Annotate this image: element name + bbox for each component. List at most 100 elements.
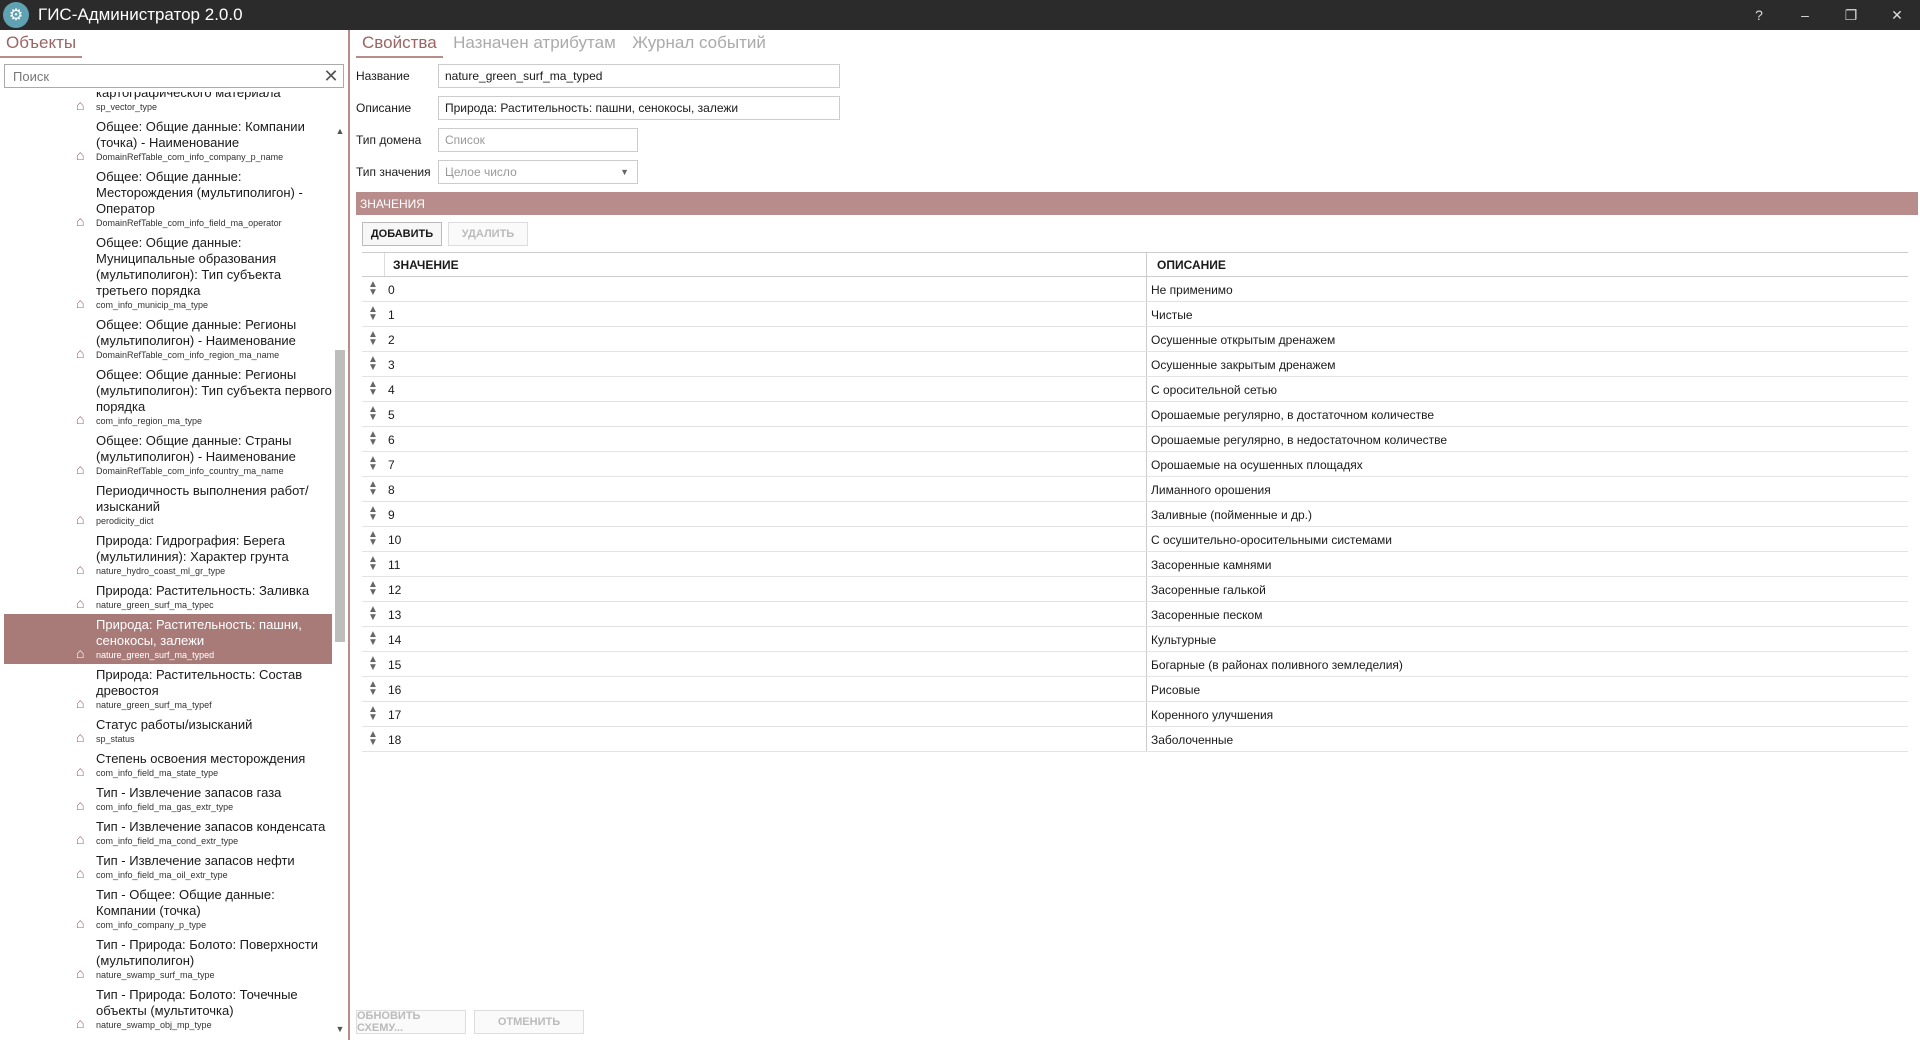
- cell-value[interactable]: 10: [384, 527, 1146, 551]
- tree-item[interactable]: ⌂ Общее: Общие данные: Страны (мультиполи…: [4, 430, 332, 480]
- cell-description[interactable]: Осушенные открытым дренажем: [1146, 327, 1908, 351]
- cell-value[interactable]: 13: [384, 602, 1146, 626]
- tree-item[interactable]: ⌂ Общее: Общие данные: Муниципальные обра…: [4, 232, 332, 314]
- table-row[interactable]: ▲ ▼ 3 Осушенные закрытым дренажем: [362, 352, 1908, 377]
- tree-item[interactable]: ⌂ Тип - Извлечение запасов конденсата com_…: [4, 816, 332, 850]
- cell-description[interactable]: Орошаемые на осушенных площадях: [1146, 452, 1908, 476]
- reorder-handle-icon[interactable]: ▲ ▼: [362, 377, 384, 401]
- reorder-handle-icon[interactable]: ▲ ▼: [362, 677, 384, 701]
- reorder-handle-icon[interactable]: ▲ ▼: [362, 402, 384, 426]
- table-row[interactable]: ▲ ▼ 17 Коренного улучшения: [362, 702, 1908, 727]
- tree-item[interactable]: ⌂ Природа: Гидрография: Берега (мультилин…: [4, 530, 332, 580]
- cell-value[interactable]: 12: [384, 577, 1146, 601]
- cell-value[interactable]: 9: [384, 502, 1146, 526]
- cell-description[interactable]: Засоренные камнями: [1146, 552, 1908, 576]
- cell-value[interactable]: 2: [384, 327, 1146, 351]
- value-type-select[interactable]: Целое число ▼: [438, 160, 638, 184]
- column-header-value[interactable]: ЗНАЧЕНИЕ: [384, 253, 1146, 276]
- cell-description[interactable]: Орошаемые регулярно, в достаточном колич…: [1146, 402, 1908, 426]
- cell-description[interactable]: Богарные (в районах поливного земледелия…: [1146, 652, 1908, 676]
- table-row[interactable]: ▲ ▼ 11 Засоренные камнями: [362, 552, 1908, 577]
- tree-item[interactable]: ⌂ Тип - Природа: Болото: Точечные объекты…: [4, 984, 332, 1034]
- table-row[interactable]: ▲ ▼ 15 Богарные (в районах поливного землед…: [362, 652, 1908, 677]
- tree-item[interactable]: ⌂ Природа: Растительность: пашни, сенокос…: [4, 614, 332, 664]
- reorder-handle-icon[interactable]: ▲ ▼: [362, 352, 384, 376]
- tree-item[interactable]: ⌂ Общее: Общие данные: Месторождения (мул…: [4, 166, 332, 232]
- table-row[interactable]: ▲ ▼ 1 Чистые: [362, 302, 1908, 327]
- table-row[interactable]: ▲ ▼ 0 Не применимо: [362, 277, 1908, 302]
- cell-description[interactable]: Не применимо: [1146, 277, 1908, 301]
- table-row[interactable]: ▲ ▼ 4 С оросительной сетью: [362, 377, 1908, 402]
- cell-description[interactable]: Лиманного орошения: [1146, 477, 1908, 501]
- tree-item[interactable]: ⌂ Тип - Природа: Болото: Поверхности (мул…: [4, 934, 332, 984]
- restore-button[interactable]: ❐: [1828, 0, 1874, 30]
- cell-value[interactable]: 11: [384, 552, 1146, 576]
- reorder-handle-icon[interactable]: ▲ ▼: [362, 302, 384, 326]
- tab-objects[interactable]: Объекты: [0, 30, 83, 58]
- cell-description[interactable]: Засоренные галькой: [1146, 577, 1908, 601]
- tab-properties[interactable]: Свойства: [356, 30, 443, 58]
- domain-type-field[interactable]: Список: [438, 128, 638, 152]
- table-row[interactable]: ▲ ▼ 12 Засоренные галькой: [362, 577, 1908, 602]
- table-row[interactable]: ▲ ▼ 9 Заливные (пойменные и др.): [362, 502, 1908, 527]
- cell-value[interactable]: 14: [384, 627, 1146, 651]
- reorder-handle-icon[interactable]: ▲ ▼: [362, 627, 384, 651]
- reorder-handle-icon[interactable]: ▲ ▼: [362, 452, 384, 476]
- tree-item[interactable]: ⌂ Тип - Извлечение запасов газа com_info_f…: [4, 782, 332, 816]
- reorder-handle-icon[interactable]: ▲ ▼: [362, 427, 384, 451]
- close-window-button[interactable]: ✕: [1874, 0, 1920, 30]
- scroll-up-icon[interactable]: ▲: [333, 126, 347, 140]
- reorder-handle-icon[interactable]: ▲ ▼: [362, 602, 384, 626]
- description-field[interactable]: Природа: Растительность: пашни, сенокосы…: [438, 96, 840, 120]
- search-input[interactable]: Поиск: [5, 69, 319, 84]
- reorder-handle-icon[interactable]: ▲ ▼: [362, 577, 384, 601]
- reorder-handle-icon[interactable]: ▲ ▼: [362, 327, 384, 351]
- reorder-handle-icon[interactable]: ▲ ▼: [362, 477, 384, 501]
- tree-item[interactable]: ⌂ Статус работы/изысканий sp_status: [4, 714, 332, 748]
- tab-assigned-attributes[interactable]: Назначен атрибутам: [447, 30, 622, 56]
- reorder-handle-icon[interactable]: ▲ ▼: [362, 527, 384, 551]
- minimize-button[interactable]: –: [1782, 0, 1828, 30]
- cell-description[interactable]: Орошаемые регулярно, в недостаточном кол…: [1146, 427, 1908, 451]
- tree-item[interactable]: ⌂ Периодичность выполнения работ/изыскани…: [4, 480, 332, 530]
- tree-item[interactable]: ⌂ Общее: Общие данные: Регионы (мультипол…: [4, 364, 332, 430]
- cancel-button[interactable]: ОТМЕНИТЬ: [474, 1010, 584, 1034]
- cell-description[interactable]: С осушительно-оросительными системами: [1146, 527, 1908, 551]
- cell-description[interactable]: Засоренные песком: [1146, 602, 1908, 626]
- tree-item[interactable]: ⌂ картографического материала sp_vector_ty…: [4, 92, 332, 116]
- table-row[interactable]: ▲ ▼ 5 Орошаемые регулярно, в достаточном ко…: [362, 402, 1908, 427]
- reorder-handle-icon[interactable]: ▲ ▼: [362, 652, 384, 676]
- cell-description[interactable]: Осушенные закрытым дренажем: [1146, 352, 1908, 376]
- scrollbar-thumb[interactable]: [335, 350, 345, 642]
- table-row[interactable]: ▲ ▼ 16 Рисовые: [362, 677, 1908, 702]
- cell-value[interactable]: 4: [384, 377, 1146, 401]
- column-header-description[interactable]: ОПИСАНИЕ: [1146, 253, 1908, 276]
- cell-description[interactable]: Чистые: [1146, 302, 1908, 326]
- name-field[interactable]: nature_green_surf_ma_typed: [438, 64, 840, 88]
- tree-item[interactable]: ⌂ Природа: Растительность: Заливка nature_…: [4, 580, 332, 614]
- tree-scrollbar[interactable]: ▲ ▼: [333, 92, 347, 1038]
- clear-search-icon[interactable]: ✕: [319, 66, 343, 87]
- add-button[interactable]: ДОБАВИТЬ: [362, 222, 442, 246]
- table-row[interactable]: ▲ ▼ 13 Засоренные песком: [362, 602, 1908, 627]
- cell-value[interactable]: 7: [384, 452, 1146, 476]
- tree-item[interactable]: ⌂ Общее: Общие данные: Компании (точка) -…: [4, 116, 332, 166]
- tab-event-log[interactable]: Журнал событий: [626, 30, 772, 56]
- reorder-handle-icon[interactable]: ▲ ▼: [362, 502, 384, 526]
- scroll-down-icon[interactable]: ▼: [333, 1024, 347, 1038]
- tree-item[interactable]: ⌂Тип - Природа: Гидрография: Берега: [4, 1034, 332, 1038]
- cell-value[interactable]: 16: [384, 677, 1146, 701]
- reorder-handle-icon[interactable]: ▲ ▼: [362, 727, 384, 751]
- cell-value[interactable]: 1: [384, 302, 1146, 326]
- table-row[interactable]: ▲ ▼ 8 Лиманного орошения: [362, 477, 1908, 502]
- tree-item[interactable]: ⌂ Общее: Общие данные: Регионы (мультипол…: [4, 314, 332, 364]
- objects-tree[interactable]: ⌂ картографического материала sp_vector_ty…: [4, 92, 332, 1038]
- tree-item[interactable]: ⌂ Степень освоения месторождения com_info_…: [4, 748, 332, 782]
- update-schema-button[interactable]: ОБНОВИТЬ СХЕМУ...: [356, 1010, 466, 1034]
- reorder-handle-icon[interactable]: ▲ ▼: [362, 552, 384, 576]
- cell-description[interactable]: Заливные (пойменные и др.): [1146, 502, 1908, 526]
- reorder-handle-icon[interactable]: ▲ ▼: [362, 277, 384, 301]
- table-row[interactable]: ▲ ▼ 6 Орошаемые регулярно, в недостаточном …: [362, 427, 1908, 452]
- tree-item[interactable]: ⌂ Тип - Извлечение запасов нефти com_info_…: [4, 850, 332, 884]
- cell-description[interactable]: Заболоченные: [1146, 727, 1908, 751]
